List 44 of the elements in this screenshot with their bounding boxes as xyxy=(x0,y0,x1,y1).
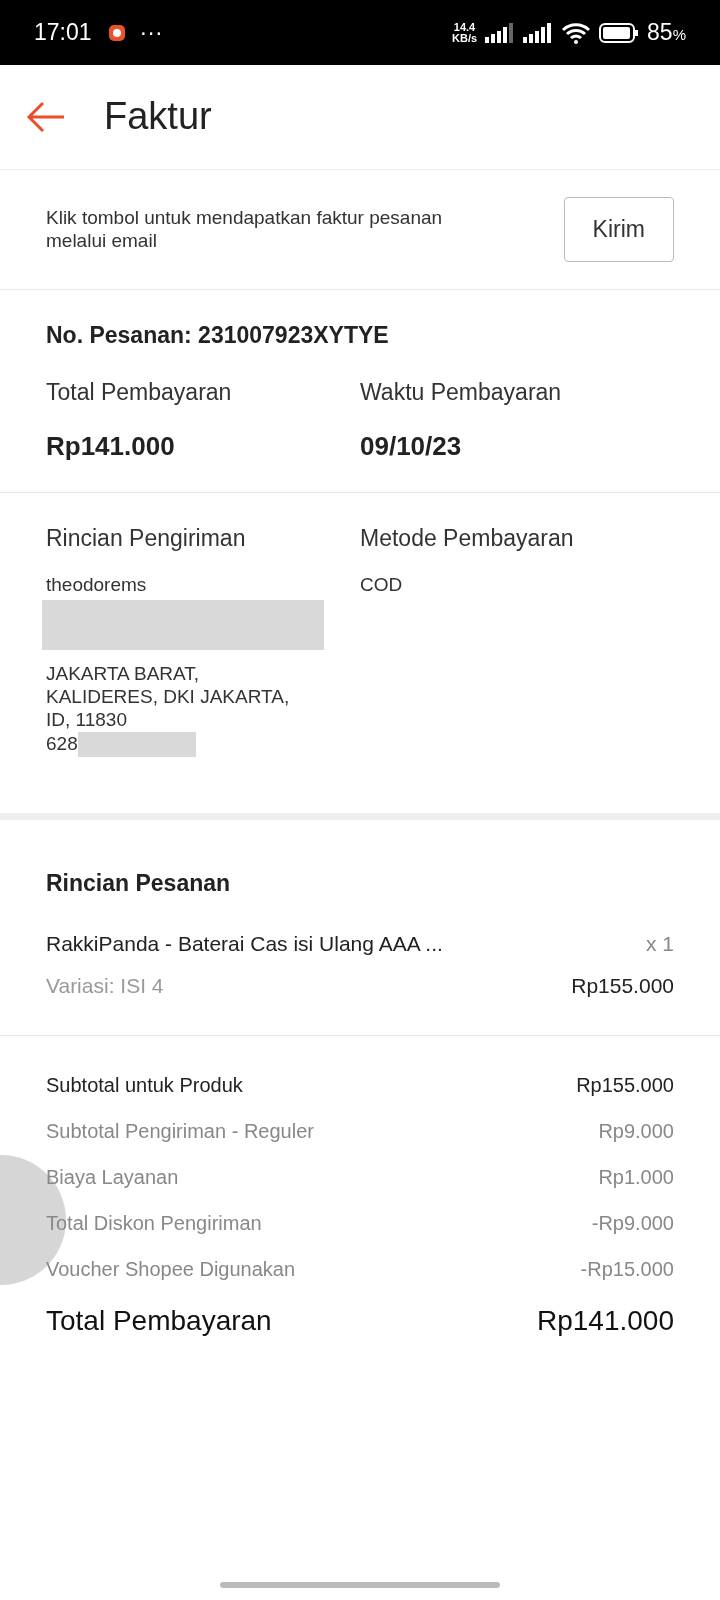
summary-value: Rp141.000 xyxy=(537,1304,674,1339)
battery-level: 85% xyxy=(647,18,686,48)
summary-label: Total Pembayaran xyxy=(46,1304,272,1339)
field-value: Rp141.000 xyxy=(46,430,176,463)
more-indicator: ··· xyxy=(139,18,163,48)
summary-value: -Rp15.000 xyxy=(580,1257,674,1283)
battery-icon xyxy=(599,22,640,43)
back-arrow-icon[interactable] xyxy=(26,101,66,133)
product-price: Rp155.000 xyxy=(571,972,674,999)
recipient-name: theodorems xyxy=(46,573,148,597)
section-label: Metode Pembayaran xyxy=(360,524,574,553)
phone-prefix: 628 xyxy=(46,732,78,756)
product-name: RakkiPanda - Baterai Cas isi Ulang AAA ... xyxy=(46,931,443,958)
summary-value: Rp1.000 xyxy=(598,1165,674,1191)
network-speed: 14.4 xyxy=(452,21,477,33)
summary-label: Biaya Layanan xyxy=(46,1165,179,1191)
address-line: ID, 11830 xyxy=(46,708,128,732)
page-title: Faktur xyxy=(104,94,212,140)
product-quantity: x 1 xyxy=(646,931,674,958)
payment-method: COD xyxy=(360,573,404,597)
field-label: Waktu Pembayaran xyxy=(360,377,563,407)
summary-label: Voucher Shopee Digunakan xyxy=(46,1257,296,1283)
summary-value: -Rp9.000 xyxy=(591,1211,674,1237)
status-time: 17:01 xyxy=(34,18,92,48)
summary-label: Total Diskon Pengiriman xyxy=(46,1211,262,1237)
summary-value: Rp9.000 xyxy=(598,1119,674,1145)
notification-icon xyxy=(107,23,126,42)
section-title: Rincian Pesanan xyxy=(46,868,232,898)
speed-unit: KB/s xyxy=(452,32,478,44)
wifi-icon xyxy=(561,21,592,44)
signal-icon xyxy=(485,22,516,43)
section-label: Rincian Pengiriman xyxy=(46,524,247,553)
email-instruction: Klik tombol untuk mendapatkan faktur pesanan melalui email xyxy=(46,206,444,253)
address-line: KALIDERES, DKI JAKARTA, xyxy=(46,686,291,709)
summary-value: Rp155.000 xyxy=(576,1073,674,1099)
address-line: JAKARTA BARAT, xyxy=(46,663,201,687)
field-label: Total Pembayaran xyxy=(46,377,233,407)
product-variant: Variasi: ISI 4 xyxy=(46,972,164,999)
summary-label: Subtotal Pengiriman - Reguler xyxy=(46,1119,314,1145)
send-button[interactable]: Kirim xyxy=(563,197,674,262)
order-number: No. Pesanan: 231007923XYTYE xyxy=(46,321,390,350)
field-value: 09/10/23 xyxy=(360,430,463,463)
summary-label: Subtotal untuk Produk xyxy=(46,1073,243,1099)
signal-icon xyxy=(523,22,554,43)
